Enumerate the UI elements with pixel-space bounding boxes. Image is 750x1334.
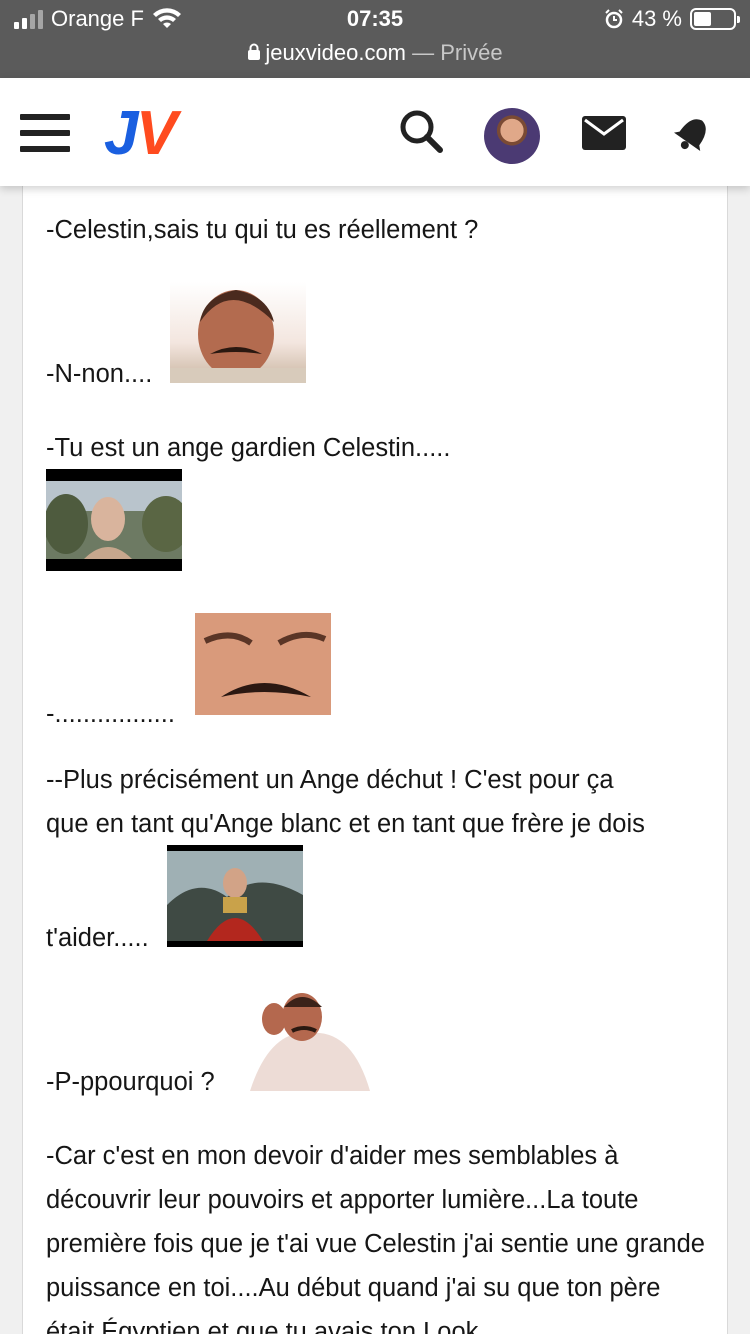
- avatar[interactable]: [484, 108, 540, 164]
- site-logo[interactable]: J V: [104, 98, 188, 168]
- post-line: --Plus précisément un Ange déchut ! C'es…: [46, 766, 614, 794]
- alarm-icon: [605, 9, 623, 29]
- laughing-man-sticker: [170, 290, 306, 383]
- status-bar: Orange F 07:35 43 % jeuxvideo.com — Priv…: [0, 0, 750, 78]
- mail-icon[interactable]: [582, 116, 626, 150]
- post-line: t'aider.....: [46, 924, 149, 952]
- lock-icon: [248, 43, 261, 60]
- menu-icon[interactable]: [20, 114, 70, 152]
- logo-letter-j: J: [104, 99, 139, 168]
- notification-bell-icon[interactable]: [674, 112, 714, 154]
- url-bar[interactable]: jeuxvideo.com — Privée: [0, 40, 750, 66]
- site-header: J V: [0, 78, 750, 186]
- sticker-image[interactable]: [240, 989, 375, 1091]
- bald-man-thumbnail: [46, 481, 182, 559]
- panflute-man-thumbnail: [167, 851, 303, 941]
- post-line: -Celestin,sais tu qui tu es réellement ?: [46, 216, 479, 244]
- battery-percent: 43 %: [631, 6, 682, 31]
- post-line: -Tu est un ange gardien Celestin.....: [46, 434, 451, 462]
- close-up-face-sticker: [195, 613, 331, 715]
- battery-icon: [690, 8, 740, 30]
- post-line: que en tant qu'Ange blanc et en tant que…: [46, 810, 645, 838]
- post-paragraph: -Car c'est en mon devoir d'aider mes sem…: [46, 1142, 705, 1334]
- post-line: -P-ppourquoi ?: [46, 1068, 215, 1096]
- private-mode-label: Privée: [440, 40, 503, 65]
- post-line: -.................: [46, 700, 175, 728]
- logo-letter-v: V: [136, 99, 178, 168]
- status-right: 43 %: [604, 6, 740, 32]
- search-icon[interactable]: [398, 108, 444, 154]
- sticker-image[interactable]: [170, 282, 306, 383]
- video-thumbnail[interactable]: [167, 845, 303, 947]
- url-domain: jeuxvideo.com: [265, 40, 407, 65]
- post-line: -N-non....: [46, 360, 153, 388]
- video-thumbnail[interactable]: [46, 469, 182, 571]
- url-separator: —: [406, 40, 441, 65]
- crying-laughing-man-sticker: [250, 993, 370, 1091]
- sticker-image[interactable]: [195, 613, 331, 715]
